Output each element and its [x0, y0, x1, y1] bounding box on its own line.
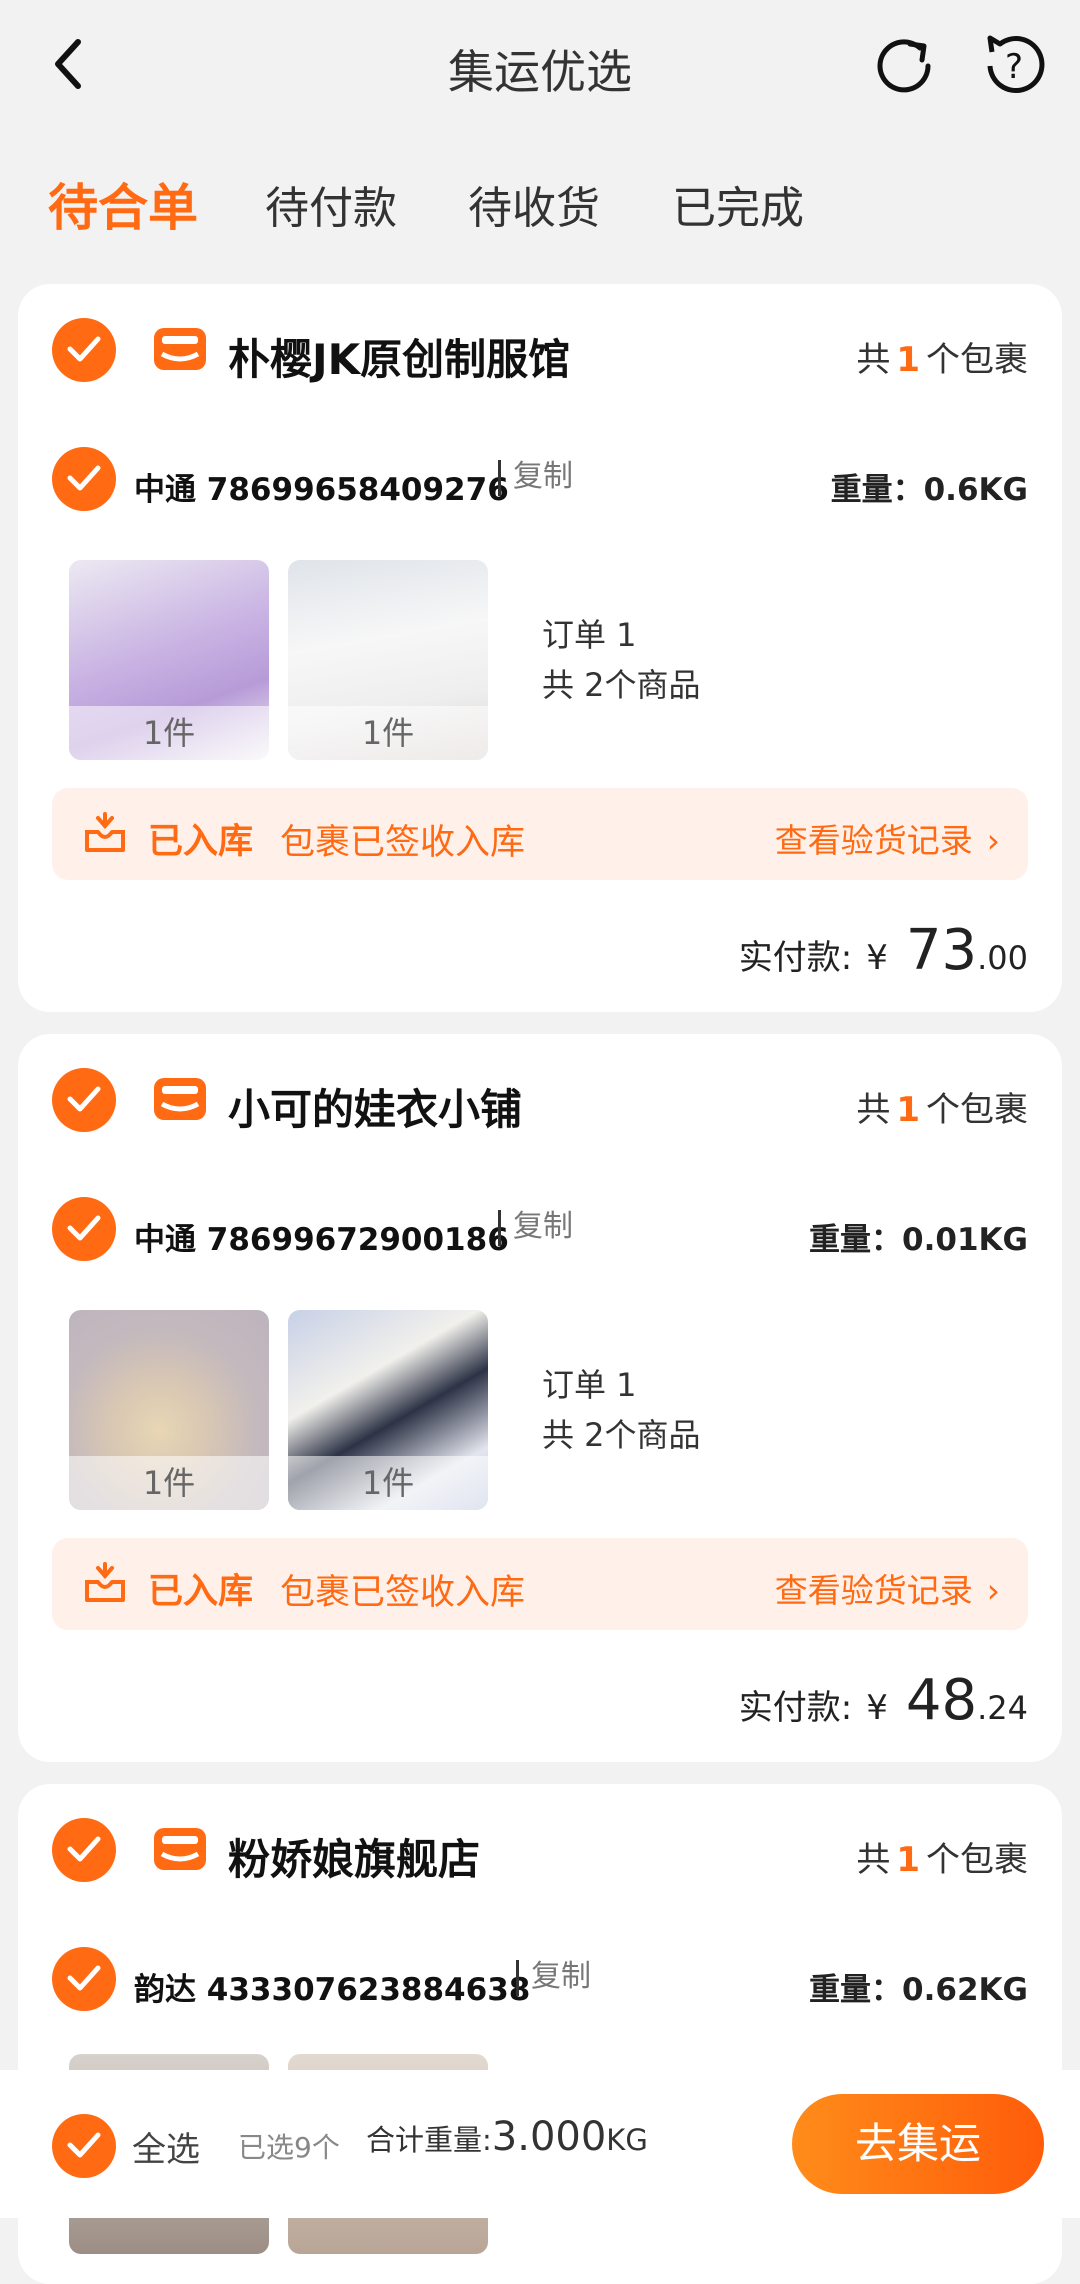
select-all-checkbox[interactable] [52, 2114, 116, 2178]
package-number: 1 [896, 340, 920, 380]
product-thumbnail[interactable]: 1件 [69, 560, 269, 760]
order-summary: 订单 1 共 2个商品 [542, 610, 701, 710]
paid-amount: 实付款: ¥48.24 [739, 1668, 1028, 1733]
check-icon [67, 465, 101, 491]
check-icon [67, 1215, 101, 1241]
package-count: 共 1 个包裹 [856, 1832, 1028, 1881]
paid-amount: 实付款: ¥73.00 [739, 918, 1028, 983]
package-suffix: 个包裹 [926, 1090, 1028, 1130]
copy-button[interactable]: 复制 [516, 1960, 591, 1996]
check-icon [67, 2132, 101, 2158]
tab-pending-receipt[interactable]: 待收货 [468, 172, 600, 236]
copy-button[interactable]: 复制 [498, 1210, 573, 1246]
shop-card: 朴樱JK原创制服馆 共 1 个包裹 中通 78699658409276 复制 重量：… [18, 284, 1062, 1012]
checkout-bar: 全选 已选9个 合计重量:3.000KG 去集运 [0, 2070, 1080, 2218]
paid-decimal: .24 [977, 1689, 1028, 1727]
shop-card: 小可的娃衣小铺 共 1 个包裹 中通 78699672900186 复制 重量：0.… [18, 1034, 1062, 1762]
package-number: 1 [896, 1090, 920, 1130]
paid-decimal: .00 [977, 939, 1028, 977]
product-thumbnail[interactable]: 1件 [288, 560, 488, 760]
package-count: 共 1 个包裹 [856, 1082, 1028, 1131]
package-checkbox[interactable] [52, 1197, 116, 1261]
inbox-icon [85, 1562, 125, 1602]
refresh-icon[interactable] [870, 30, 942, 102]
shop-icon [154, 1078, 206, 1120]
shop-icon [154, 328, 206, 370]
warehouse-status-bar[interactable]: 已入库 包裹已签收入库 查看验货记录 › [52, 1538, 1028, 1630]
shop-name[interactable]: 小可的娃衣小铺 [228, 1076, 522, 1137]
product-thumbnail[interactable]: 1件 [69, 1310, 269, 1510]
package-prefix: 共 [856, 1090, 891, 1130]
chevron-right-icon: › [986, 1571, 1000, 1610]
shop-name[interactable]: 朴樱JK原创制服馆 [228, 326, 570, 387]
package-weight: 重量：0.62KG [809, 1972, 1028, 2008]
order-status-tabs: 待合单 待付款 待收货 已完成 [0, 160, 1080, 240]
shop-checkbox[interactable] [52, 1068, 116, 1132]
tab-pending-payment[interactable]: 待付款 [265, 172, 397, 236]
package-checkbox[interactable] [52, 447, 116, 511]
item-count: 共 2个商品 [542, 1416, 701, 1454]
item-quantity: 1件 [69, 706, 269, 760]
paid-label: 实付款: [738, 938, 853, 978]
tab-pending-merge[interactable]: 待合单 [48, 168, 198, 240]
inbox-icon [85, 812, 125, 852]
paid-label: 实付款: [738, 1688, 853, 1728]
tracking-number: 韵达 433307623884638 [134, 1972, 531, 2008]
package-number: 1 [896, 1840, 920, 1880]
shop-checkbox[interactable] [52, 318, 116, 382]
svg-text:?: ? [1005, 47, 1023, 87]
currency-symbol: ¥ [866, 1688, 888, 1728]
warehouse-status-bar[interactable]: 已入库 包裹已签收入库 查看验货记录 › [52, 788, 1028, 880]
tracking-number: 中通 78699672900186 [134, 1222, 509, 1258]
package-count: 共 1 个包裹 [856, 332, 1028, 381]
item-quantity: 1件 [288, 1456, 488, 1510]
order-summary: 订单 1 共 2个商品 [542, 1360, 701, 1460]
package-prefix: 共 [856, 1840, 891, 1880]
paid-integer: 73 [905, 918, 978, 983]
selected-count: 已选9个 [238, 2131, 340, 2164]
check-icon [67, 336, 101, 362]
order-number: 订单 1 [542, 1366, 637, 1404]
check-icon [67, 1965, 101, 1991]
top-bar: 集运优选 ? [0, 0, 1080, 135]
status-label: 已入库 [148, 1572, 254, 1612]
package-suffix: 个包裹 [926, 340, 1028, 380]
consolidate-shipping-button[interactable]: 去集运 [792, 2094, 1044, 2194]
package-prefix: 共 [856, 340, 891, 380]
copy-button[interactable]: 复制 [498, 460, 573, 496]
product-thumbnail[interactable]: 1件 [288, 1310, 488, 1510]
chevron-right-icon: › [986, 821, 1000, 860]
status-description: 包裹已签收入库 [280, 823, 526, 863]
shop-icon [154, 1828, 206, 1870]
package-weight: 重量：0.6KG [830, 472, 1028, 508]
inspection-record-label: 查看验货记录 [774, 821, 973, 860]
tab-completed[interactable]: 已完成 [672, 172, 804, 236]
help-icon[interactable]: ? [978, 30, 1050, 102]
total-weight-label: 合计重量: [366, 2123, 492, 2157]
shop-name[interactable]: 粉娇娘旗舰店 [228, 1826, 480, 1887]
tracking-number: 中通 78699658409276 [134, 472, 509, 508]
package-checkbox[interactable] [52, 1947, 116, 2011]
inspection-record-label: 查看验货记录 [774, 1571, 973, 1610]
total-weight: 合计重量:3.000KG [366, 2114, 648, 2160]
item-count: 共 2个商品 [542, 666, 701, 704]
total-weight-value: 3.000 [491, 2114, 607, 2160]
inspection-record-link[interactable]: 查看验货记录 › [775, 1564, 1000, 1612]
select-all-label[interactable]: 全选 [132, 2122, 200, 2171]
inspection-record-link[interactable]: 查看验货记录 › [775, 814, 1000, 862]
currency-symbol: ¥ [866, 938, 888, 978]
package-weight: 重量：0.01KG [809, 1222, 1028, 1258]
check-icon [67, 1836, 101, 1862]
status-label: 已入库 [148, 822, 254, 862]
order-number: 订单 1 [542, 616, 637, 654]
back-arrow-icon[interactable] [40, 34, 100, 94]
item-quantity: 1件 [69, 1456, 269, 1510]
paid-integer: 48 [905, 1668, 978, 1733]
status-description: 包裹已签收入库 [280, 1573, 526, 1613]
item-quantity: 1件 [288, 706, 488, 760]
check-icon [67, 1086, 101, 1112]
total-weight-unit: KG [606, 2123, 648, 2157]
package-suffix: 个包裹 [926, 1840, 1028, 1880]
shop-checkbox[interactable] [52, 1818, 116, 1882]
